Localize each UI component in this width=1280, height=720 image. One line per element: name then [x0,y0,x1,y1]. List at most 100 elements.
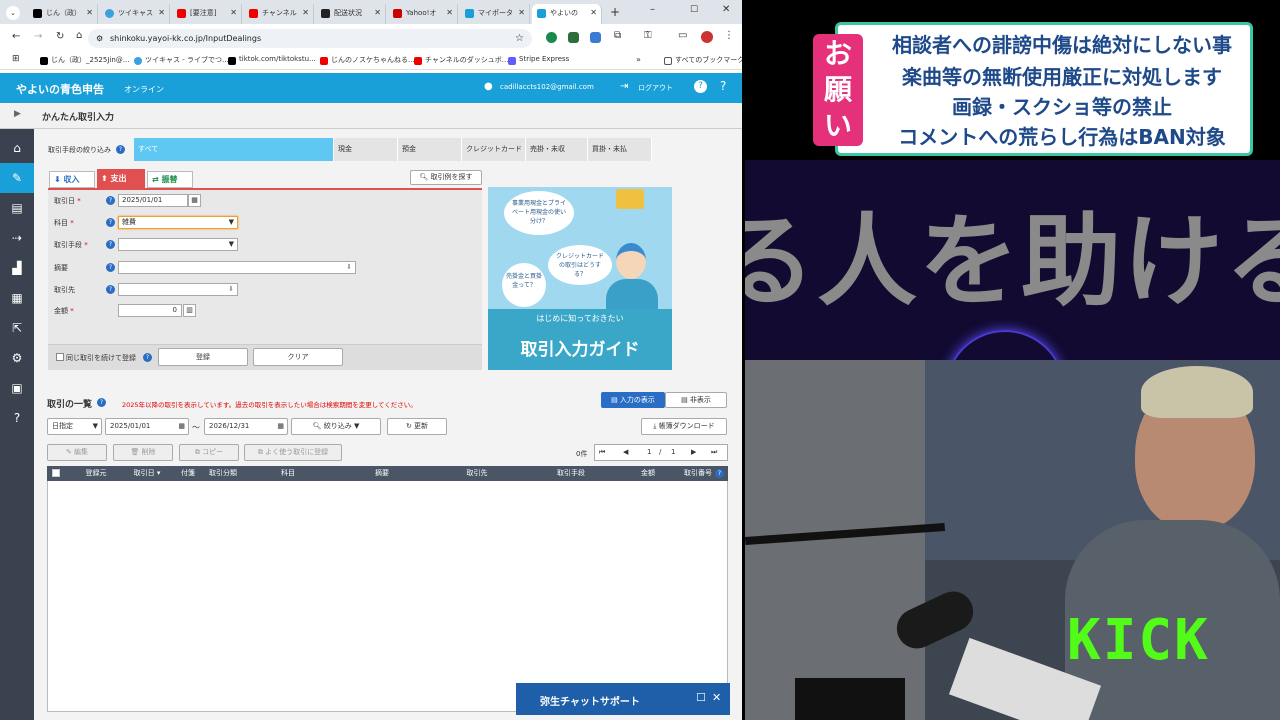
partner-input[interactable]: ⬇ [118,283,238,296]
expand-icon[interactable]: ☐ [696,691,706,704]
filter-cash[interactable]: 現金 [334,138,398,161]
col-source[interactable]: 登録元 [70,466,122,481]
maximize-icon[interactable]: ☐ [690,5,698,15]
continue-checkbox[interactable] [56,353,64,361]
col-number[interactable]: 取引番号 [678,466,718,481]
tab-transfer[interactable]: ⇄ 振替 [147,171,193,188]
help-icon[interactable]: ? [116,145,125,154]
filter-credit[interactable]: クレジットカード [462,138,526,161]
close-icon[interactable]: ✕ [158,4,165,22]
tab-expense[interactable]: ⬆ 支出 [97,169,145,188]
sidebar-item-home[interactable]: ⌂ [0,133,34,163]
select-all-checkbox[interactable] [52,469,60,477]
close-icon[interactable]: ✕ [374,4,381,22]
col-method[interactable]: 取引手段 [524,466,618,481]
tab-4[interactable]: チャンネル ✕ [244,4,314,24]
col-sticky[interactable]: 付箋 [172,466,204,481]
all-bookmarks[interactable]: すべてのブックマーク [664,55,742,65]
filter-payable[interactable]: 買掛・未払 [588,138,652,161]
minimize-icon[interactable]: – [650,4,655,15]
bookmark-item[interactable]: じんのノスケちゃんねる... [320,55,415,65]
help-icon[interactable]: ? [143,353,152,362]
close-icon[interactable]: ✕ [518,4,525,22]
to-date-input[interactable]: 2026/12/31 ▦ [204,418,288,435]
bookmark-item[interactable]: チャンネルのダッシュボ... [414,55,508,65]
filter-receivable[interactable]: 売掛・未収 [526,138,588,161]
home-icon[interactable]: ⌂ [76,30,82,41]
tab-income[interactable]: ⬇ 収入 [49,171,95,188]
help-icon[interactable]: ? [106,263,115,272]
window-close-icon[interactable]: ✕ [722,4,730,15]
extension-icon[interactable] [568,32,579,43]
find-example-button[interactable]: 🔍︎ 取引例を探す [410,170,482,185]
prev-page-icon[interactable]: ◀ [623,448,628,456]
col-amount[interactable]: 金額 [618,466,678,481]
help-icon[interactable]: ? [106,240,115,249]
guide-banner[interactable]: 事業用現金とプライベート用現金の使い分け？ クレジットカードの取引はどうする？ … [488,187,672,370]
period-type-select[interactable]: 日指定 ▼ [47,418,102,435]
bookmark-star-icon[interactable]: ☆ [515,29,524,48]
sidebar-item-export[interactable]: ⇱ [0,313,34,343]
logout-link[interactable]: ログアウト [638,83,673,93]
filter-deposit[interactable]: 預金 [398,138,462,161]
first-page-icon[interactable]: ⏮ [599,448,605,457]
page-current[interactable]: 1 [647,448,651,456]
from-date-input[interactable]: 2025/01/01 ▦ [105,418,189,435]
account-select[interactable]: 雑費 ▼ [118,216,238,229]
clear-button[interactable]: クリア [253,348,343,366]
close-icon[interactable]: ✕ [712,691,721,704]
frequent-button[interactable]: ⧉ よく使う取引に登録 [244,444,342,461]
help-circle-icon[interactable]: ? [694,80,707,93]
bookmark-item[interactable]: じん（政）_2525Jin@... [40,55,129,65]
tab-5[interactable]: 配送状況 ✕ [316,4,386,24]
calendar-icon[interactable]: ▦ [188,194,201,207]
sidebar-item-journal[interactable]: ⇢ [0,223,34,253]
hide-input-toggle[interactable]: ▤ 非表示 [665,392,727,408]
tab-7[interactable]: マイポータ ✕ [460,4,530,24]
sidebar-item-input[interactable]: ✎ [0,163,34,193]
help-icon[interactable]: ? [715,469,724,478]
sidebar-item-business[interactable]: ▣ [0,373,34,403]
tab-1[interactable]: じん（政） ✕ [28,4,98,24]
show-input-toggle[interactable]: ▤ 入力の表示 [601,392,665,408]
bookmark-item[interactable]: Stripe Express [508,55,569,65]
summary-input[interactable]: ⬇ [118,261,356,274]
sidebar-toggle-icon[interactable]: ▶ [14,109,21,119]
reload-icon[interactable]: ↻ [56,31,64,42]
forward-icon[interactable]: → [34,31,42,42]
method-select[interactable]: ▼ [118,238,238,251]
help-icon[interactable]: ? [106,285,115,294]
cast-icon[interactable]: ▭ [678,30,687,41]
key-icon[interactable]: ⚿ [644,30,652,41]
sidebar-item-ledger[interactable]: ▤ [0,193,34,223]
sidebar-item-reports[interactable]: ▟ [0,253,34,283]
date-input[interactable]: 2025/01/01 [118,194,188,207]
tab-6[interactable]: Yahoo!オ ✕ [388,4,458,24]
help-icon[interactable]: ? [720,79,726,93]
chat-support-bar[interactable]: 弥生チャットサポート ☐ ✕ [516,683,730,715]
bookmark-item[interactable]: ツイキャス - ライブでつ... [134,55,229,65]
close-icon[interactable]: ✕ [302,4,309,22]
more-bookmarks-icon[interactable]: » [636,55,641,64]
download-button[interactable]: ⤓ 帳簿ダウンロード [641,418,727,435]
help-icon[interactable]: ? [106,218,115,227]
calculator-icon[interactable]: ▥ [183,304,196,317]
sidebar-item-settings[interactable]: ⚙ [0,343,34,373]
apps-icon[interactable]: ⊞ [12,54,20,64]
new-tab-icon[interactable]: + [610,5,620,19]
refresh-button[interactable]: ↻ 更新 [387,418,447,435]
extension-icon[interactable] [590,32,601,43]
tab-3[interactable]: [要注意] ✕ [172,4,242,24]
profile-avatar[interactable] [701,31,713,43]
delete-button[interactable]: 🗑︎ 削除 [113,444,173,461]
calendar-icon[interactable]: ▦ [178,419,185,434]
narrow-button[interactable]: 🔍︎ 絞り込み ▼ [291,418,381,435]
col-account[interactable]: 科目 [242,466,334,481]
register-button[interactable]: 登録 [158,348,248,366]
close-icon[interactable]: ✕ [590,4,597,22]
close-icon[interactable]: ✕ [86,4,93,22]
help-icon[interactable]: ? [97,398,106,407]
tab-search-icon[interactable]: ⌄ [6,6,20,20]
sidebar-item-help[interactable]: ? [0,403,34,433]
site-info-icon[interactable]: ⚙ [96,29,103,48]
